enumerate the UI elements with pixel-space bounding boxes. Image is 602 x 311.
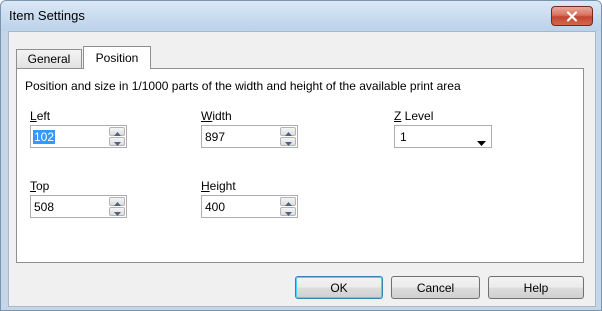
- width-label-mnemonic: W: [201, 109, 213, 123]
- height-label-rest: eight: [209, 179, 236, 193]
- left-spinbox[interactable]: 102: [30, 125, 127, 148]
- dialog-window: Item Settings General Position Position …: [0, 0, 602, 311]
- z-level-label: Z Level: [394, 109, 433, 123]
- left-label: Left: [30, 109, 50, 123]
- tab-general[interactable]: General: [16, 49, 82, 68]
- help-button[interactable]: Help: [488, 276, 584, 299]
- top-label-rest: op: [36, 179, 50, 193]
- width-spinbox[interactable]: 897: [201, 125, 298, 148]
- cancel-button-label: Cancel: [416, 280, 455, 295]
- width-label-rest: idth: [212, 109, 232, 123]
- tab-position-label: Position: [95, 51, 139, 65]
- height-spinbox[interactable]: 400: [201, 195, 298, 218]
- ok-button-label: OK: [330, 280, 348, 295]
- left-label-mnemonic: L: [30, 109, 37, 123]
- width-input[interactable]: 897: [205, 130, 225, 144]
- height-spin-down-button[interactable]: [280, 207, 296, 216]
- z-level-dropdown[interactable]: 1: [394, 125, 492, 148]
- chevron-down-icon: [113, 135, 121, 149]
- width-label: Width: [201, 109, 232, 123]
- top-spin-down-button[interactable]: [109, 207, 125, 216]
- tab-position[interactable]: Position: [83, 46, 151, 69]
- dialog-client-area: General Position Position and size in 1/…: [8, 31, 596, 307]
- chevron-down-icon: [284, 205, 292, 219]
- height-input[interactable]: 400: [205, 200, 225, 214]
- top-spinbox[interactable]: 508: [30, 195, 127, 218]
- left-spin-arrows: [109, 127, 125, 146]
- left-spin-down-button[interactable]: [109, 137, 125, 146]
- width-spin-down-button[interactable]: [280, 137, 296, 146]
- chevron-down-icon: [284, 135, 292, 149]
- chevron-down-icon: [113, 205, 121, 219]
- description-text: Position and size in 1/1000 parts of the…: [25, 79, 461, 93]
- z-level-selected-value: 1: [400, 130, 407, 144]
- z-level-label-rest: Level: [401, 109, 434, 123]
- height-spin-arrows: [280, 197, 296, 216]
- top-spin-arrows: [109, 197, 125, 216]
- window-title: Item Settings: [9, 8, 85, 23]
- height-label-mnemonic: H: [201, 179, 210, 193]
- ok-button[interactable]: OK: [295, 276, 383, 299]
- dropdown-arrow-icon: [477, 135, 486, 149]
- close-icon: [566, 10, 578, 22]
- tab-general-label: General: [27, 52, 71, 66]
- title-bar[interactable]: Item Settings: [1, 1, 601, 31]
- cancel-button[interactable]: Cancel: [391, 276, 480, 299]
- top-input[interactable]: 508: [34, 200, 54, 214]
- left-label-rest: eft: [36, 109, 51, 123]
- help-button-label: Help: [523, 280, 549, 295]
- width-spin-arrows: [280, 127, 296, 146]
- left-input[interactable]: 102: [33, 130, 56, 144]
- position-tab-panel: Position and size in 1/1000 parts of the…: [16, 68, 584, 263]
- close-button[interactable]: [551, 6, 593, 26]
- height-label: Height: [201, 179, 236, 193]
- top-label: Top: [30, 179, 49, 193]
